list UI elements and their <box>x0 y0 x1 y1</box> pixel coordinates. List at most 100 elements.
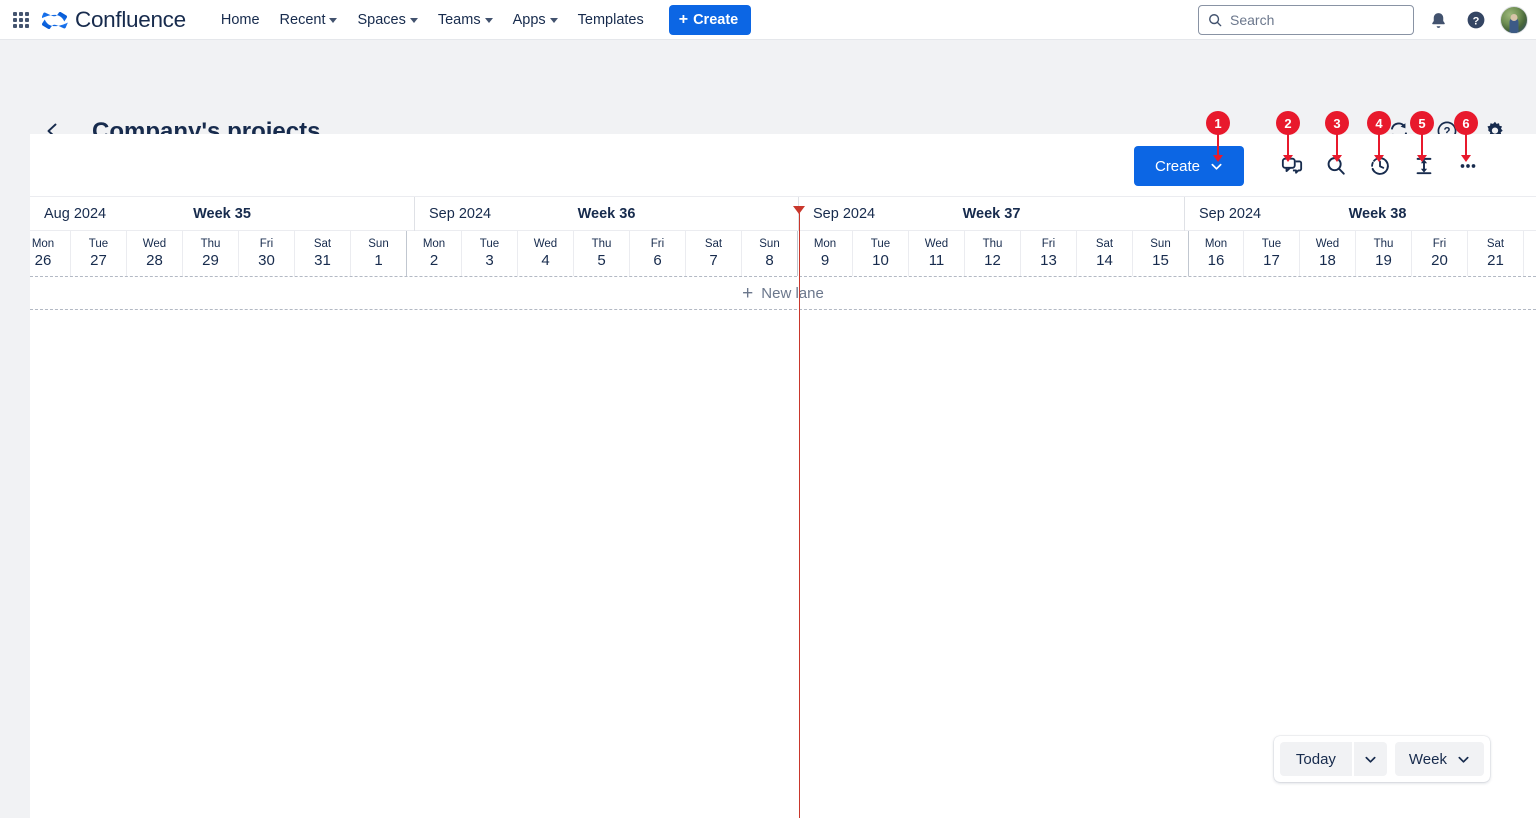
day-number-label: 28 <box>146 252 163 269</box>
day-of-week-label: Wed <box>1316 238 1339 251</box>
timeline-week-header: Sep 2024Week 37 <box>799 197 1185 231</box>
plus-icon: + <box>742 284 753 303</box>
timeline-day-cell[interactable]: Mon26 <box>30 231 71 276</box>
nav-item-label: Apps <box>513 12 546 28</box>
day-number-label: 7 <box>709 252 717 269</box>
day-number-label: 3 <box>485 252 493 269</box>
annotation-arrow-head <box>1283 155 1293 162</box>
fit-height-button[interactable] <box>1404 146 1444 186</box>
day-of-week-label: Wed <box>925 238 948 251</box>
today-dropdown-button[interactable] <box>1354 742 1387 776</box>
timeline-day-cell[interactable]: Sun15 <box>1133 231 1189 276</box>
today-marker-caret <box>793 206 805 214</box>
confluence-mark-icon <box>42 8 68 32</box>
timeline-week-header: Aug 2024Week 35 <box>30 197 415 231</box>
timeline-day-cell[interactable]: Mon2 <box>406 231 462 276</box>
day-of-week-label: Mon <box>1205 238 1227 251</box>
annotation-number: 3 <box>1325 111 1349 135</box>
timeline-day-cell[interactable]: Wed11 <box>909 231 965 276</box>
history-button[interactable] <box>1360 146 1400 186</box>
global-create-label: Create <box>693 12 738 28</box>
timeline-day-cell[interactable]: Sun8 <box>742 231 798 276</box>
timeline-day-cell[interactable]: Thu29 <box>183 231 239 276</box>
help-circle-icon: ? <box>1466 10 1486 30</box>
timeline-day-cell[interactable]: Tue17 <box>1244 231 1300 276</box>
zoom-level-button[interactable]: Week <box>1395 742 1484 776</box>
new-lane-label: New lane <box>761 285 824 302</box>
create-button[interactable]: Create <box>1134 146 1244 186</box>
day-of-week-label: Mon <box>814 238 836 251</box>
create-button-label: Create <box>1155 158 1200 175</box>
timeline-day-cell[interactable]: Tue10 <box>853 231 909 276</box>
bell-icon <box>1429 11 1448 30</box>
timeline-day-cell[interactable]: Tue3 <box>462 231 518 276</box>
day-of-week-label: Mon <box>32 238 54 251</box>
timeline-day-cell[interactable]: Sun1 <box>351 231 407 276</box>
timeline-day-cell[interactable]: Sat14 <box>1077 231 1133 276</box>
primary-nav-items: Home Recent Spaces Teams Apps Templates <box>212 5 751 35</box>
day-number-label: 17 <box>1263 252 1280 269</box>
search-input[interactable]: Search <box>1198 5 1414 35</box>
nav-item-templates[interactable]: Templates <box>569 6 653 34</box>
timeline-day-cell[interactable]: Sat7 <box>686 231 742 276</box>
timeline-day-cell[interactable]: Wed28 <box>127 231 183 276</box>
annotation-arrow-line <box>1465 133 1467 155</box>
day-number-label: 1 <box>374 252 382 269</box>
day-of-week-label: Thu <box>201 238 221 251</box>
week-label: Week 38 <box>1349 206 1407 222</box>
timeline-day-cell[interactable]: Fri13 <box>1021 231 1077 276</box>
nav-right-cluster: Search ? <box>1198 0 1528 40</box>
more-actions-button[interactable] <box>1448 146 1488 186</box>
notifications-button[interactable] <box>1424 6 1452 34</box>
timeline-day-cell[interactable]: Mon16 <box>1188 231 1244 276</box>
timeline-day-cell[interactable]: Thu5 <box>574 231 630 276</box>
timeline-day-cell[interactable]: Fri20 <box>1412 231 1468 276</box>
timeline-day-cell[interactable]: Thu19 <box>1356 231 1412 276</box>
nav-item-recent[interactable]: Recent <box>271 6 347 34</box>
timeline-day-cell[interactable]: Wed4 <box>518 231 574 276</box>
annotation-number: 4 <box>1367 111 1391 135</box>
app-switcher-icon[interactable] <box>10 9 32 31</box>
timeline-day-cell[interactable]: Fri30 <box>239 231 295 276</box>
day-number-label: 16 <box>1208 252 1225 269</box>
timeline-day-cell[interactable]: Tue27 <box>71 231 127 276</box>
day-number-label: 27 <box>90 252 107 269</box>
nav-item-label: Home <box>221 12 260 28</box>
day-of-week-label: Wed <box>534 238 557 251</box>
day-number-label: 10 <box>872 252 889 269</box>
timeline-day-cell[interactable]: Wed18 <box>1300 231 1356 276</box>
day-number-label: 31 <box>314 252 331 269</box>
annotation-arrow-line <box>1336 133 1338 155</box>
nav-item-spaces[interactable]: Spaces <box>348 6 426 34</box>
day-number-label: 15 <box>1152 252 1169 269</box>
today-button[interactable]: Today <box>1280 742 1352 776</box>
help-button[interactable]: ? <box>1462 6 1490 34</box>
day-number-label: 29 <box>202 252 219 269</box>
timeline-day-cell[interactable]: Fri6 <box>630 231 686 276</box>
nav-item-teams[interactable]: Teams <box>429 6 502 34</box>
timeline-day-cell[interactable]: Mon9 <box>797 231 853 276</box>
month-label: Sep 2024 <box>1199 206 1261 222</box>
today-marker-line <box>799 213 800 818</box>
day-of-week-label: Fri <box>260 238 273 251</box>
user-avatar[interactable] <box>1500 6 1528 34</box>
nav-item-label: Templates <box>578 12 644 28</box>
confluence-logo[interactable]: Confluence <box>42 7 186 33</box>
nav-item-home[interactable]: Home <box>212 6 269 34</box>
day-number-label: 21 <box>1487 252 1504 269</box>
timeline-day-cell[interactable]: Sat31 <box>295 231 351 276</box>
global-create-button[interactable]: + Create <box>669 5 751 35</box>
timeline-day-cell[interactable]: Sun22 <box>1524 231 1536 276</box>
day-of-week-label: Fri <box>1433 238 1446 251</box>
day-of-week-label: Mon <box>423 238 445 251</box>
timeline-toolbar: Create <box>30 134 1536 196</box>
day-number-label: 19 <box>1375 252 1392 269</box>
comments-button[interactable] <box>1272 146 1312 186</box>
page-header: Company's projects ? <box>0 40 1536 134</box>
timeline-day-cell[interactable]: Sat21 <box>1468 231 1524 276</box>
nav-item-apps[interactable]: Apps <box>504 6 567 34</box>
new-lane-row[interactable]: + New lane <box>30 276 1536 310</box>
month-label: Sep 2024 <box>813 206 875 222</box>
annotation-arrow-line <box>1287 133 1289 155</box>
timeline-day-cell[interactable]: Thu12 <box>965 231 1021 276</box>
